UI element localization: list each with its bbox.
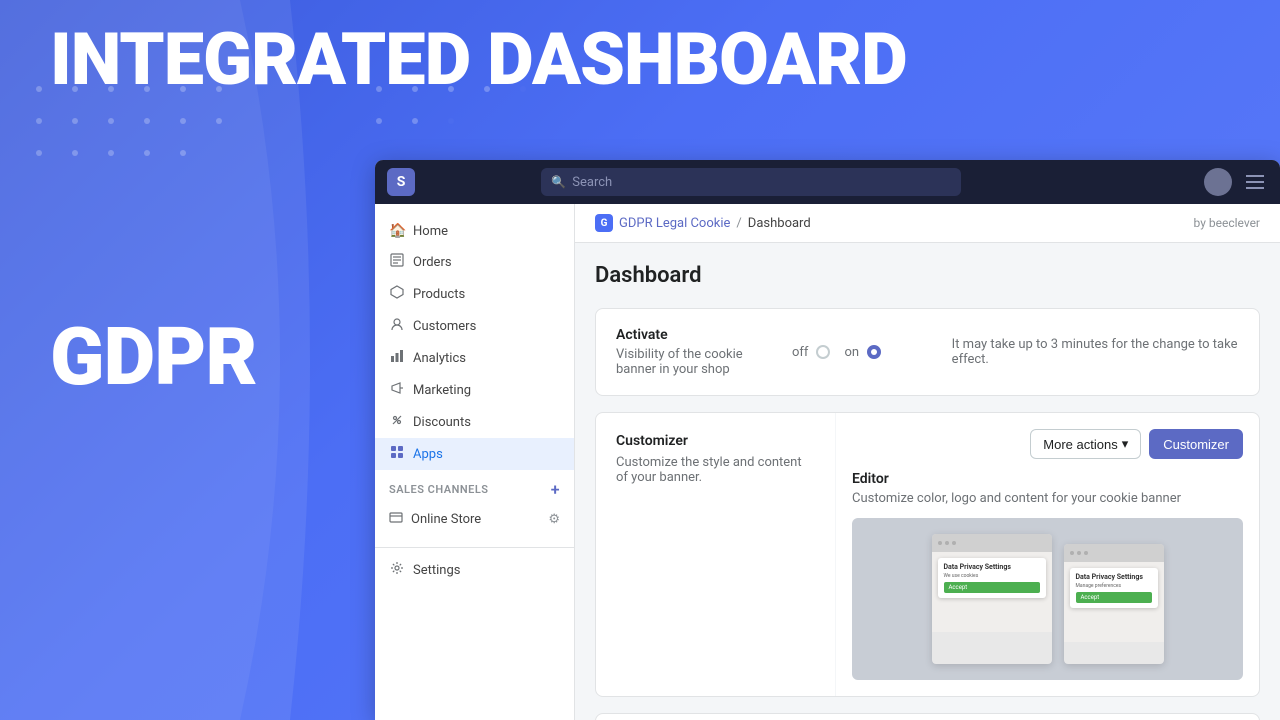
sidebar-item-products[interactable]: Products — [375, 278, 574, 310]
customizer-card: Customizer Customize the style and conte… — [595, 412, 1260, 697]
customizer-right: More actions ▾ Customizer Editor Customi… — [836, 413, 1259, 696]
discounts-icon — [389, 413, 405, 431]
sidebar-item-discounts[interactable]: Discounts — [375, 406, 574, 438]
activate-title: Activate — [616, 327, 776, 343]
mini-dot-5 — [1077, 551, 1081, 555]
mini-dot-1 — [938, 541, 942, 545]
on-label: on — [844, 345, 859, 360]
online-store-settings-icon[interactable]: ⚙ — [548, 512, 560, 527]
editor-title: Editor — [852, 471, 1243, 487]
search-icon: 🔍 — [551, 175, 566, 189]
sidebar-item-marketing[interactable]: Marketing — [375, 374, 574, 406]
mini-accept-btn-1: Accept — [944, 582, 1040, 593]
mini-dialog-2: Data Privacy Settings Manage preferences… — [1070, 568, 1158, 608]
breadcrumb-right: by beeclever — [1194, 216, 1260, 230]
sidebar-item-online-store[interactable]: Online Store ⚙ — [375, 503, 574, 535]
customers-icon — [389, 317, 405, 335]
page-title: Dashboard — [595, 263, 1260, 288]
sidebar-item-analytics[interactable]: Analytics — [375, 342, 574, 374]
page-content: Dashboard Activate Visibility of the coo… — [575, 243, 1280, 720]
off-label: off — [792, 345, 808, 360]
activate-toggle: off on — [792, 345, 936, 360]
admin-window: S 🔍 Search 🏠 Home Orders — [375, 160, 1280, 720]
apps-icon — [389, 445, 405, 463]
sidebar-item-customers[interactable]: Customers — [375, 310, 574, 342]
customizer-card-inner: Customizer Customize the style and conte… — [596, 413, 1259, 696]
app-icon: G — [595, 214, 613, 232]
settings-card-inner: Settings Customize the white-list for yo… — [596, 714, 1259, 720]
sidebar-item-settings[interactable]: Settings — [375, 554, 574, 586]
search-bar[interactable]: 🔍 Search — [541, 168, 961, 196]
mini-dialog-title-1: Data Privacy Settings — [944, 563, 1040, 571]
settings-card: Settings Customize the white-list for yo… — [595, 713, 1260, 720]
avatar[interactable] — [1204, 168, 1232, 196]
customizer-button[interactable]: Customizer — [1149, 429, 1243, 459]
mini-dialog-body: We use cookies — [944, 573, 1040, 579]
radio-on[interactable] — [867, 345, 881, 359]
customizer-description: Customize the style and content of your … — [616, 455, 815, 485]
activate-left: Activate Visibility of the cookie banner… — [616, 327, 776, 377]
chevron-down-icon: ▾ — [1122, 436, 1129, 452]
home-icon: 🏠 — [389, 223, 405, 239]
mini-dot-4 — [1070, 551, 1074, 555]
mini-dialog-1: Data Privacy Settings We use cookies Acc… — [938, 558, 1046, 598]
activate-card-inner: Activate Visibility of the cookie banner… — [596, 309, 1259, 395]
sidebar: 🏠 Home Orders Products Customers — [375, 204, 575, 720]
breadcrumb-separator: / — [736, 216, 741, 231]
customizer-title: Customizer — [616, 433, 815, 449]
preview-card-1: Data Privacy Settings We use cookies Acc… — [932, 534, 1052, 664]
customizer-actions: More actions ▾ Customizer — [852, 429, 1243, 459]
mini-dialog-title-2: Data Privacy Settings — [1076, 573, 1152, 581]
mini-dot-6 — [1084, 551, 1088, 555]
preview-card-2: Data Privacy Settings Manage preferences… — [1064, 544, 1164, 664]
mini-browser-header-2 — [1064, 544, 1164, 562]
mini-accept-btn-2: Accept — [1076, 592, 1152, 603]
customizer-left: Customizer Customize the style and conte… — [596, 413, 836, 696]
radio-group[interactable] — [816, 345, 836, 359]
sidebar-item-apps[interactable]: Apps — [375, 438, 574, 470]
shopify-logo: S — [387, 168, 415, 196]
marketing-icon — [389, 381, 405, 399]
breadcrumb: G GDPR Legal Cookie / Dashboard by beecl… — [575, 204, 1280, 243]
topbar: S 🔍 Search — [375, 160, 1280, 204]
add-sales-channel-icon[interactable]: + — [551, 480, 560, 499]
activate-note: It may take up to 3 minutes for the chan… — [952, 337, 1239, 367]
topbar-right — [1204, 168, 1268, 196]
mini-browser-content: Data Privacy Settings We use cookies Acc… — [932, 552, 1052, 632]
mini-dialog-body-2: Manage preferences — [1076, 583, 1152, 589]
activate-description: Visibility of the cookie banner in your … — [616, 347, 776, 377]
mini-browser-content-2: Data Privacy Settings Manage preferences… — [1064, 562, 1164, 642]
mini-browser-header — [932, 534, 1052, 552]
content-area: 🏠 Home Orders Products Customers — [375, 204, 1280, 720]
radio-off[interactable] — [816, 345, 830, 359]
mini-dot-2 — [945, 541, 949, 545]
preview-area: Data Privacy Settings We use cookies Acc… — [852, 518, 1243, 680]
editor-section: Editor Customize color, logo and content… — [852, 471, 1243, 680]
sidebar-bottom: Settings — [375, 547, 574, 586]
breadcrumb-app-link[interactable]: GDPR Legal Cookie — [619, 216, 730, 231]
sidebar-item-home[interactable]: 🏠 Home — [375, 216, 574, 246]
analytics-icon — [389, 349, 405, 367]
products-icon — [389, 285, 405, 303]
sidebar-item-orders[interactable]: Orders — [375, 246, 574, 278]
more-actions-button[interactable]: More actions ▾ — [1030, 429, 1141, 459]
activate-card: Activate Visibility of the cookie banner… — [595, 308, 1260, 396]
online-store-icon — [389, 510, 403, 528]
orders-icon — [389, 253, 405, 271]
hero-subtitle: GDPR — [50, 310, 257, 404]
breadcrumb-current: Dashboard — [748, 216, 811, 231]
settings-icon — [389, 561, 405, 579]
hamburger-menu[interactable] — [1242, 171, 1268, 193]
sales-channels-section: SALES CHANNELS + — [375, 470, 574, 503]
search-placeholder: Search — [572, 175, 612, 190]
hero-title: INTEGRATED DASHBOARD — [50, 20, 907, 99]
mini-dot-3 — [952, 541, 956, 545]
breadcrumb-left: G GDPR Legal Cookie / Dashboard — [595, 214, 811, 232]
editor-description: Customize color, logo and content for yo… — [852, 491, 1243, 506]
main-content: G GDPR Legal Cookie / Dashboard by beecl… — [575, 204, 1280, 720]
